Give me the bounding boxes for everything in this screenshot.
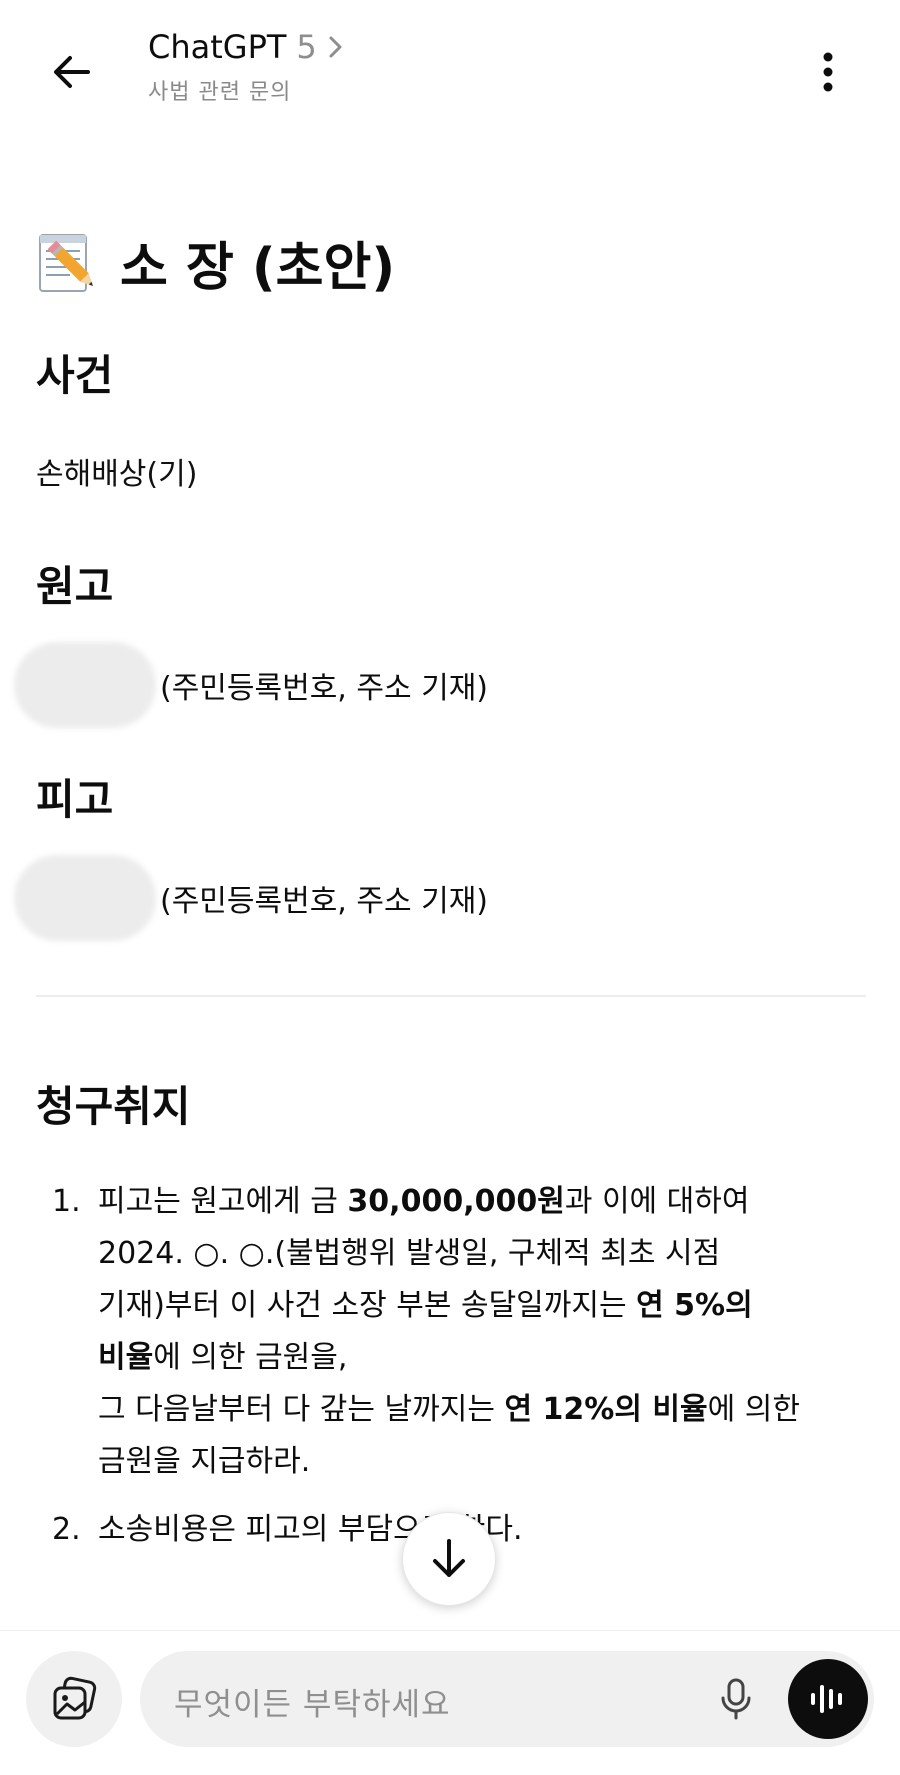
voice-mode-button[interactable]	[788, 1659, 868, 1739]
case-heading: 사건	[36, 351, 114, 400]
defendant-line: (주민등록번호, 주소 기재)	[14, 855, 866, 941]
plaintiff-info: (주민등록번호, 주소 기재)	[160, 671, 489, 706]
chat-subtitle: 사법 관련 문의	[148, 80, 292, 105]
document-title: 소 장 (초안)	[36, 222, 866, 302]
redacted-name	[14, 855, 156, 941]
model-version: 5	[296, 28, 317, 66]
message-content: 소 장 (초안) 사건 손해배상(기) 원고 (주민등록번호, 주소 기재) 피…	[14, 200, 866, 1556]
back-button[interactable]	[44, 44, 100, 100]
top-app-bar: ChatGPT 5 사법 관련 문의	[0, 0, 900, 130]
defendant-heading: 피고	[36, 775, 114, 824]
app-title: ChatGPT	[148, 28, 287, 66]
defendant-info: (주민등록번호, 주소 기재)	[160, 884, 489, 919]
attach-images-button[interactable]	[26, 1651, 122, 1747]
voice-waveform-icon	[811, 1685, 842, 1713]
redacted-name	[14, 642, 156, 728]
scroll-to-bottom-button[interactable]	[402, 1512, 496, 1606]
composer-bar: 무엇이든 부탁하세요	[0, 1630, 900, 1775]
more-vertical-icon	[823, 52, 833, 92]
claims-heading: 청구취지	[36, 1082, 191, 1131]
memo-icon	[39, 234, 93, 292]
list-item: 1. 피고는 원고에게 금 30,000,000원과 이에 대하여 2024. …	[52, 1184, 800, 1479]
chat-title-group[interactable]: ChatGPT 5 사법 관련 문의	[148, 28, 345, 106]
message-input-placeholder: 무엇이든 부탁하세요	[174, 1687, 451, 1723]
plaintiff-line: (주민등록번호, 주소 기재)	[14, 642, 866, 728]
claims-list: 1. 피고는 원고에게 금 30,000,000원과 이에 대하여 2024. …	[36, 1176, 866, 1556]
arrow-down-icon	[433, 1539, 465, 1577]
microphone-icon	[721, 1678, 751, 1720]
dictation-button[interactable]	[706, 1669, 766, 1729]
arrow-left-icon	[54, 56, 90, 88]
message-input[interactable]: 무엇이든 부탁하세요	[140, 1651, 874, 1747]
plaintiff-heading: 원고	[36, 562, 114, 611]
section-divider	[36, 995, 866, 997]
chevron-right-icon	[327, 34, 345, 60]
more-options-button[interactable]	[800, 44, 856, 100]
images-icon	[53, 1676, 97, 1720]
document-title-text: 소 장 (초안)	[120, 237, 396, 298]
case-value: 손해배상(기)	[36, 457, 198, 492]
